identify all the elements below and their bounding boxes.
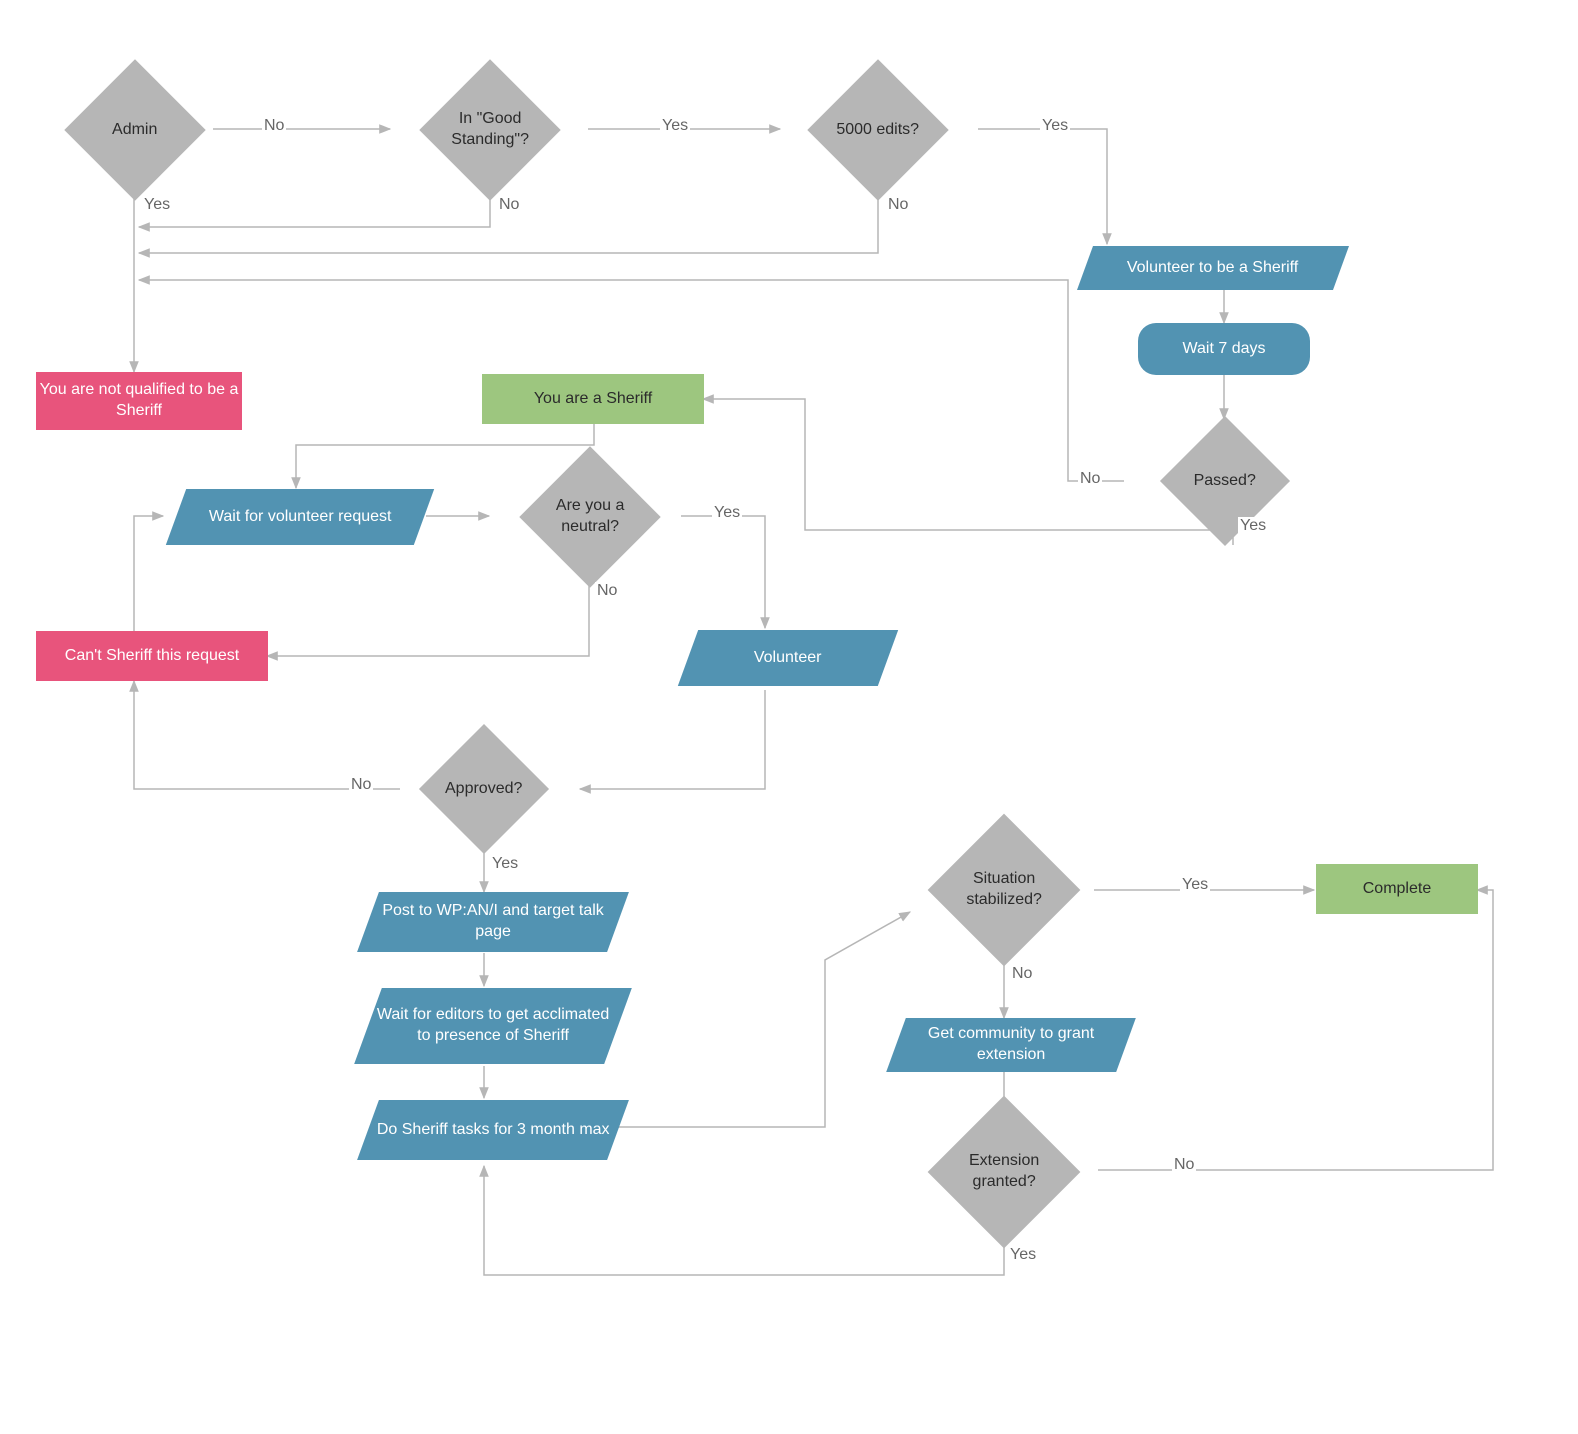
process-wait-acclimated: Wait for editors to get acclimated to pr… xyxy=(354,988,632,1064)
process-get-extension: Get community to grant extension xyxy=(886,1018,1136,1072)
terminal-you-are-sheriff-label: You are a Sheriff xyxy=(534,389,652,410)
process-wait-volunteer-request: Wait for volunteer request xyxy=(166,489,434,545)
process-get-extension-label: Get community to grant extension xyxy=(896,1024,1126,1066)
process-do-sheriff-tasks: Do Sheriff tasks for 3 month max xyxy=(357,1100,629,1160)
edge-label-admin-no: No xyxy=(262,117,286,135)
decision-extension-granted-label: Extension granted? xyxy=(950,1151,1058,1193)
process-wait-volunteer-request-label: Wait for volunteer request xyxy=(209,507,392,528)
decision-extension-granted: Extension granted? xyxy=(928,1096,1081,1249)
process-volunteer: Volunteer xyxy=(678,630,898,686)
process-post-wpani-label: Post to WP:AN/I and target talk page xyxy=(368,901,618,943)
edge-label-admin-yes: Yes xyxy=(142,196,172,214)
edge-label-extension-no: No xyxy=(1172,1156,1196,1174)
terminal-not-qualified-label: You are not qualified to be a Sheriff xyxy=(36,380,242,422)
process-do-sheriff-tasks-label: Do Sheriff tasks for 3 month max xyxy=(377,1120,610,1141)
decision-admin-label: Admin xyxy=(85,120,185,141)
decision-good-standing: In "Good Standing"? xyxy=(419,59,560,200)
terminal-complete-label: Complete xyxy=(1363,879,1431,900)
edge-label-neutral-no: No xyxy=(595,582,619,600)
edge-label-passed-yes: Yes xyxy=(1238,517,1268,535)
terminal-you-are-sheriff: You are a Sheriff xyxy=(482,374,704,424)
decision-neutral-label: Are you a neutral? xyxy=(540,496,640,538)
process-wait-7-days: Wait 7 days xyxy=(1138,323,1310,375)
decision-admin: Admin xyxy=(64,59,205,200)
terminal-not-qualified: You are not qualified to be a Sheriff xyxy=(36,372,242,430)
edge-label-approved-no: No xyxy=(349,776,373,794)
process-volunteer-sheriff-label: Volunteer to be a Sheriff xyxy=(1127,258,1298,279)
decision-good-standing-label: In "Good Standing"? xyxy=(440,109,540,151)
decision-situation-stabilized-label: Situation stabilized? xyxy=(950,869,1058,911)
decision-passed: Passed? xyxy=(1160,416,1290,546)
decision-5000-edits-label: 5000 edits? xyxy=(828,120,928,141)
edge-label-stabilized-yes: Yes xyxy=(1180,876,1210,894)
decision-passed-label: Passed? xyxy=(1179,471,1271,492)
edge-label-approved-yes: Yes xyxy=(490,855,520,873)
terminal-cant-sheriff-label: Can't Sheriff this request xyxy=(65,646,239,667)
decision-approved-label: Approved? xyxy=(438,779,530,800)
decision-approved: Approved? xyxy=(419,724,549,854)
process-wait-7-days-label: Wait 7 days xyxy=(1183,339,1266,360)
edge-label-5000edits-no: No xyxy=(886,196,910,214)
edge-label-neutral-yes: Yes xyxy=(712,504,742,522)
decision-situation-stabilized: Situation stabilized? xyxy=(928,814,1081,967)
decision-5000-edits: 5000 edits? xyxy=(807,59,948,200)
process-volunteer-sheriff: Volunteer to be a Sheriff xyxy=(1077,246,1349,290)
process-volunteer-label: Volunteer xyxy=(754,648,822,669)
terminal-complete: Complete xyxy=(1316,864,1478,914)
terminal-cant-sheriff: Can't Sheriff this request xyxy=(36,631,268,681)
edge-label-goodstanding-no: No xyxy=(497,196,521,214)
edge-label-goodstanding-yes: Yes xyxy=(660,117,690,135)
decision-neutral: Are you a neutral? xyxy=(519,446,660,587)
edge-label-extension-yes: Yes xyxy=(1008,1246,1038,1264)
process-wait-acclimated-label: Wait for editors to get acclimated to pr… xyxy=(368,1005,618,1047)
edge-label-passed-no: No xyxy=(1078,470,1102,488)
process-post-wpani: Post to WP:AN/I and target talk page xyxy=(357,892,629,952)
edge-label-5000edits-yes: Yes xyxy=(1040,117,1070,135)
edge-label-stabilized-no: No xyxy=(1010,965,1034,983)
